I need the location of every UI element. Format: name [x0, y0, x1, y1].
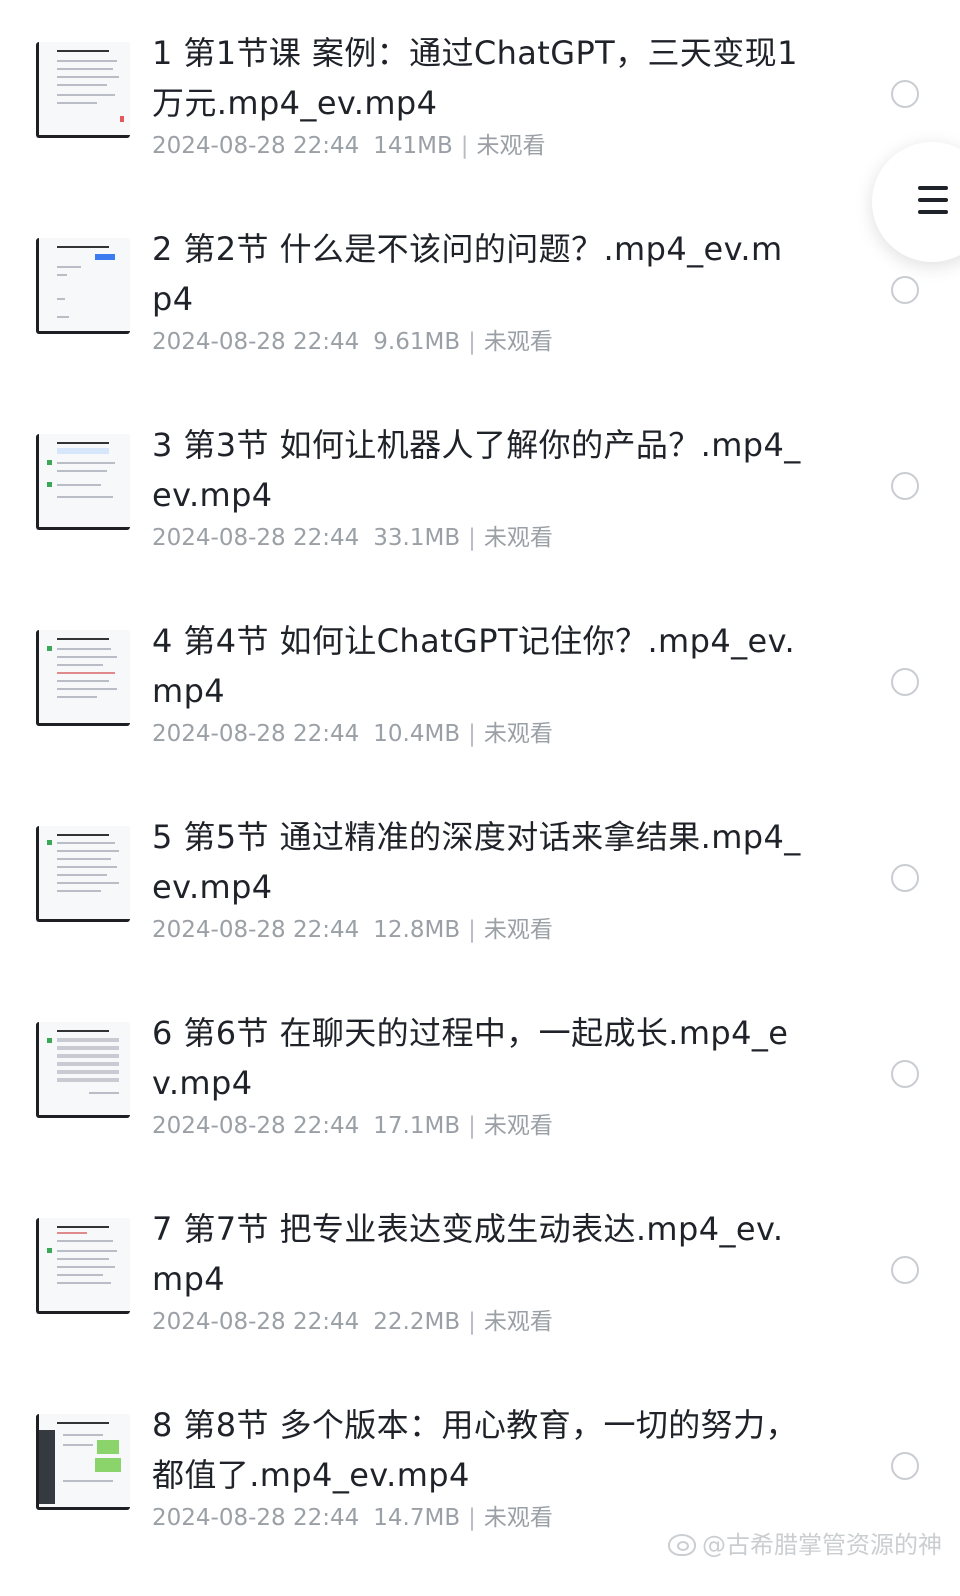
file-date: 2024-08-28 22:44 [152, 133, 360, 159]
select-radio[interactable] [891, 472, 919, 500]
file-item[interactable]: 5 第5节 通过精准的深度对话来拿结果.mp4_ev.mp4 2024-08-2… [0, 784, 960, 980]
watermark: @古希腊掌管资源的神 [668, 1530, 942, 1560]
select-radio[interactable] [891, 1452, 919, 1480]
watch-status: 未观看 [476, 133, 546, 159]
file-size: 9.61MB [373, 329, 461, 355]
file-size: 141MB [373, 133, 453, 159]
file-date: 2024-08-28 22:44 [152, 1309, 360, 1335]
file-meta: 2024-08-28 22:44 14.7MB | 未观看 [152, 1503, 553, 1533]
file-date: 2024-08-28 22:44 [152, 1113, 360, 1139]
file-meta: 2024-08-28 22:44 12.8MB | 未观看 [152, 915, 553, 945]
file-meta: 2024-08-28 22:44 22.2MB | 未观看 [152, 1307, 553, 1337]
video-thumbnail [36, 42, 130, 138]
file-date: 2024-08-28 22:44 [152, 1505, 360, 1531]
meta-separator: | [468, 917, 476, 943]
file-title: 2 第2节 什么是不该问的问题？.mp4_ev.mp4 [152, 230, 783, 318]
meta-separator: | [468, 1113, 476, 1139]
video-thumbnail [36, 1414, 130, 1510]
file-meta: 2024-08-28 22:44 141MB | 未观看 [152, 131, 546, 161]
file-size: 17.1MB [373, 1113, 461, 1139]
select-radio[interactable] [891, 864, 919, 892]
weibo-logo-icon [668, 1534, 696, 1556]
file-item[interactable]: 2 第2节 什么是不该问的问题？.mp4_ev.mp4 2024-08-28 2… [0, 196, 960, 392]
file-meta: 2024-08-28 22:44 17.1MB | 未观看 [152, 1111, 553, 1141]
video-thumbnail [36, 1022, 130, 1118]
file-title: 3 第3节 如何让机器人了解你的产品？.mp4_ev.mp4 [152, 426, 801, 514]
file-size: 12.8MB [373, 917, 461, 943]
meta-separator: | [468, 1505, 476, 1531]
file-size: 14.7MB [373, 1505, 461, 1531]
file-meta: 2024-08-28 22:44 33.1MB | 未观看 [152, 523, 553, 553]
file-size: 33.1MB [373, 525, 461, 551]
file-title: 8 第8节 多个版本：用心教育，一切的努力，都值了.mp4_ev.mp4 [152, 1406, 798, 1494]
file-title: 5 第5节 通过精准的深度对话来拿结果.mp4_ev.mp4 [152, 818, 801, 906]
watch-status: 未观看 [483, 329, 553, 355]
file-title: 1 第1节课 案例：通过ChatGPT，三天变现1万元.mp4_ev.mp4 [152, 34, 798, 122]
file-item[interactable]: 7 第7节 把专业表达变成生动表达.mp4_ev.mp4 2024-08-28 … [0, 1176, 960, 1372]
watch-status: 未观看 [483, 721, 553, 747]
video-thumbnail [36, 434, 130, 530]
watch-status: 未观看 [483, 1309, 553, 1335]
video-thumbnail [36, 630, 130, 726]
file-date: 2024-08-28 22:44 [152, 721, 360, 747]
watch-status: 未观看 [483, 917, 553, 943]
watermark-text: @古希腊掌管资源的神 [702, 1531, 942, 1559]
file-date: 2024-08-28 22:44 [152, 329, 360, 355]
watch-status: 未观看 [483, 1113, 553, 1139]
file-title: 4 第4节 如何让ChatGPT记住你？.mp4_ev.mp4 [152, 622, 796, 710]
select-radio[interactable] [891, 80, 919, 108]
file-size: 10.4MB [373, 721, 461, 747]
select-radio[interactable] [891, 1256, 919, 1284]
video-thumbnail [36, 826, 130, 922]
file-size: 22.2MB [373, 1309, 461, 1335]
meta-separator: | [468, 525, 476, 551]
select-radio[interactable] [891, 276, 919, 304]
file-list-screen: 1 第1节课 案例：通过ChatGPT，三天变现1万元.mp4_ev.mp4 2… [0, 0, 960, 1596]
select-radio[interactable] [891, 1060, 919, 1088]
file-date: 2024-08-28 22:44 [152, 525, 360, 551]
file-title: 6 第6节 在聊天的过程中，一起成长.mp4_ev.mp4 [152, 1014, 789, 1102]
meta-separator: | [460, 133, 469, 159]
select-radio[interactable] [891, 668, 919, 696]
file-meta: 2024-08-28 22:44 9.61MB | 未观看 [152, 327, 553, 357]
file-item[interactable]: 4 第4节 如何让ChatGPT记住你？.mp4_ev.mp4 2024-08-… [0, 588, 960, 784]
meta-separator: | [468, 1309, 476, 1335]
video-thumbnail [36, 238, 130, 334]
file-item[interactable]: 3 第3节 如何让机器人了解你的产品？.mp4_ev.mp4 2024-08-2… [0, 392, 960, 588]
file-date: 2024-08-28 22:44 [152, 917, 360, 943]
meta-separator: | [468, 721, 476, 747]
file-title: 7 第7节 把专业表达变成生动表达.mp4_ev.mp4 [152, 1210, 784, 1298]
meta-separator: | [468, 329, 476, 355]
file-item[interactable]: 1 第1节课 案例：通过ChatGPT，三天变现1万元.mp4_ev.mp4 2… [0, 0, 960, 196]
file-item[interactable]: 6 第6节 在聊天的过程中，一起成长.mp4_ev.mp4 2024-08-28… [0, 980, 960, 1176]
watch-status: 未观看 [483, 1505, 553, 1531]
video-thumbnail [36, 1218, 130, 1314]
file-meta: 2024-08-28 22:44 10.4MB | 未观看 [152, 719, 553, 749]
watch-status: 未观看 [483, 525, 553, 551]
